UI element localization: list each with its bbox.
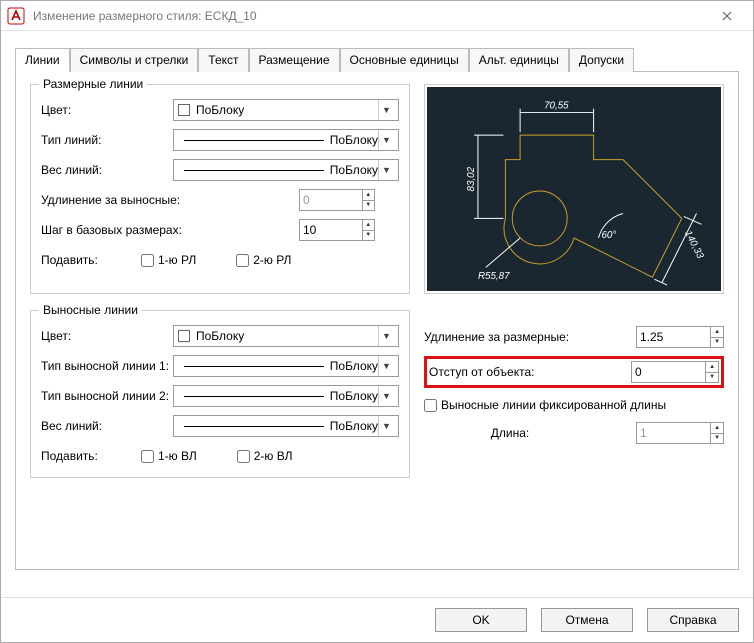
ext-extend-label: Удлинение за размерные: <box>424 330 596 344</box>
dim-extend-spinner[interactable]: ▲▼ <box>299 189 375 211</box>
line-sample-icon <box>184 396 324 397</box>
dim-baseline-label: Шаг в базовых размерах: <box>41 223 299 237</box>
ext-length-spinner: ▲▼ <box>636 422 724 444</box>
dim-linetype-label: Тип линий: <box>41 133 173 147</box>
ext-lineweight-value: ПоБлоку <box>330 419 378 433</box>
ext-color-value: ПоБлоку <box>196 329 244 343</box>
color-swatch-icon <box>178 330 190 342</box>
preview-box: 70,55 83,02 R55,87 60° 140,3 <box>424 84 724 294</box>
line-sample-icon <box>184 140 324 141</box>
ext-color-combo[interactable]: ПоБлоку ▼ <box>173 325 399 347</box>
svg-text:70,55: 70,55 <box>544 101 569 112</box>
ext-linetype2-label: Тип выносной линии 2: <box>41 389 173 403</box>
ext-length-input <box>637 423 710 443</box>
ext-linetype1-label: Тип выносной линии 1: <box>41 359 173 373</box>
ext-fixed-length-check[interactable]: Выносные линии фиксированной длины <box>424 398 724 412</box>
spinner-buttons[interactable]: ▲▼ <box>362 190 374 210</box>
dim-linetype-value: ПоБлоку <box>330 133 378 147</box>
app-icon <box>7 7 25 25</box>
help-button[interactable]: Справка <box>647 608 739 632</box>
tab-tolerances[interactable]: Допуски <box>569 48 634 72</box>
chevron-down-icon: ▼ <box>378 386 394 406</box>
ext-linetype1-combo[interactable]: ПоБлоку ▼ <box>173 355 399 377</box>
spinner-buttons[interactable]: ▲▼ <box>362 220 374 240</box>
ext-offset-label: Отступ от объекта: <box>429 365 601 379</box>
dim-suppress-1-check[interactable]: 1-ю РЛ <box>141 253 196 267</box>
tab-page-lines: Размерные линии Цвет: ПоБлоку ▼ Тип лини… <box>15 72 739 570</box>
chevron-down-icon: ▼ <box>378 100 394 120</box>
dim-extend-input <box>300 190 362 210</box>
spinner-buttons: ▲▼ <box>710 423 723 443</box>
spinner-buttons[interactable]: ▲▼ <box>710 327 723 347</box>
ext-linetype1-value: ПоБлоку <box>330 359 378 373</box>
dim-color-combo[interactable]: ПоБлоку ▼ <box>173 99 399 121</box>
title-bar: Изменение размерного стиля: ЕСКД_10 <box>1 1 753 31</box>
ext-suppress-1-label: 1-ю ВЛ <box>158 449 197 463</box>
ext-offset-input[interactable] <box>632 362 705 382</box>
ext-lineweight-combo[interactable]: ПоБлоку ▼ <box>173 415 399 437</box>
ext-suppress-label: Подавить: <box>41 449 141 463</box>
svg-text:60°: 60° <box>601 230 616 241</box>
tab-fit[interactable]: Размещение <box>249 48 340 72</box>
chevron-down-icon: ▼ <box>378 416 394 436</box>
cancel-button[interactable]: Отмена <box>541 608 633 632</box>
ext-offset-spinner[interactable]: ▲▼ <box>631 361 719 383</box>
ext-linetype2-value: ПоБлоку <box>330 389 378 403</box>
ext-extend-input[interactable] <box>637 327 710 347</box>
dim-lineweight-value: ПоБлоку <box>330 163 378 177</box>
close-button[interactable] <box>707 2 747 30</box>
tab-lines[interactable]: Линии <box>15 48 70 72</box>
ext-lines-group: Выносные линии Цвет: ПоБлоку ▼ Тип вынос… <box>30 310 410 478</box>
tab-strip: Линии Символы и стрелки Текст Размещение… <box>15 47 739 72</box>
window-title: Изменение размерного стиля: ЕСКД_10 <box>33 9 257 23</box>
dim-color-label: Цвет: <box>41 103 173 117</box>
chevron-down-icon: ▼ <box>378 356 394 376</box>
button-bar: OK Отмена Справка <box>1 597 753 642</box>
ext-fixed-length-label: Выносные линии фиксированной длины <box>441 398 666 412</box>
ext-length-label: Длина: <box>424 426 596 440</box>
chevron-down-icon: ▼ <box>378 160 394 180</box>
dim-extend-label: Удлинение за выносные: <box>41 193 299 207</box>
highlighted-offset-row: Отступ от объекта: ▲▼ <box>424 356 724 388</box>
ext-extend-spinner[interactable]: ▲▼ <box>636 326 724 348</box>
tab-primary-units[interactable]: Основные единицы <box>340 48 469 72</box>
dim-baseline-input[interactable] <box>300 220 362 240</box>
dim-suppress-2-check[interactable]: 2-ю РЛ <box>236 253 291 267</box>
ext-suppress-2-label: 2-ю ВЛ <box>254 449 293 463</box>
chevron-down-icon: ▼ <box>378 130 394 150</box>
line-sample-icon <box>184 170 324 171</box>
dim-suppress-2-label: 2-ю РЛ <box>253 253 291 267</box>
tab-alt-units[interactable]: Альт. единицы <box>469 48 569 72</box>
ext-suppress-2-check[interactable]: 2-ю ВЛ <box>237 449 293 463</box>
dim-lines-title: Размерные линии <box>39 77 147 91</box>
dim-linetype-combo[interactable]: ПоБлоку ▼ <box>173 129 399 151</box>
svg-text:R55,87: R55,87 <box>478 271 510 282</box>
ext-lines-title: Выносные линии <box>39 303 142 317</box>
ok-button[interactable]: OK <box>435 608 527 632</box>
dim-suppress-1-label: 1-ю РЛ <box>158 253 196 267</box>
color-swatch-icon <box>178 104 190 116</box>
line-sample-icon <box>184 366 324 367</box>
dimension-preview: 70,55 83,02 R55,87 60° 140,3 <box>427 87 721 291</box>
dim-suppress-label: Подавить: <box>41 253 141 267</box>
dim-lineweight-combo[interactable]: ПоБлоку ▼ <box>173 159 399 181</box>
ext-linetype2-combo[interactable]: ПоБлоку ▼ <box>173 385 399 407</box>
dim-lineweight-label: Вес линий: <box>41 163 173 177</box>
line-sample-icon <box>184 426 324 427</box>
spinner-buttons[interactable]: ▲▼ <box>705 362 718 382</box>
dim-color-value: ПоБлоку <box>196 103 244 117</box>
tab-symbols[interactable]: Символы и стрелки <box>70 48 199 72</box>
ext-right-panel: Удлинение за размерные: ▲▼ Отступ от объ… <box>424 310 724 478</box>
tab-text[interactable]: Текст <box>198 48 248 72</box>
ext-lineweight-label: Вес линий: <box>41 419 173 433</box>
chevron-down-icon: ▼ <box>378 326 394 346</box>
svg-text:83,02: 83,02 <box>466 166 477 191</box>
ext-suppress-1-check[interactable]: 1-ю ВЛ <box>141 449 197 463</box>
dim-baseline-spinner[interactable]: ▲▼ <box>299 219 375 241</box>
dim-lines-group: Размерные линии Цвет: ПоБлоку ▼ Тип лини… <box>30 84 410 294</box>
ext-color-label: Цвет: <box>41 329 173 343</box>
